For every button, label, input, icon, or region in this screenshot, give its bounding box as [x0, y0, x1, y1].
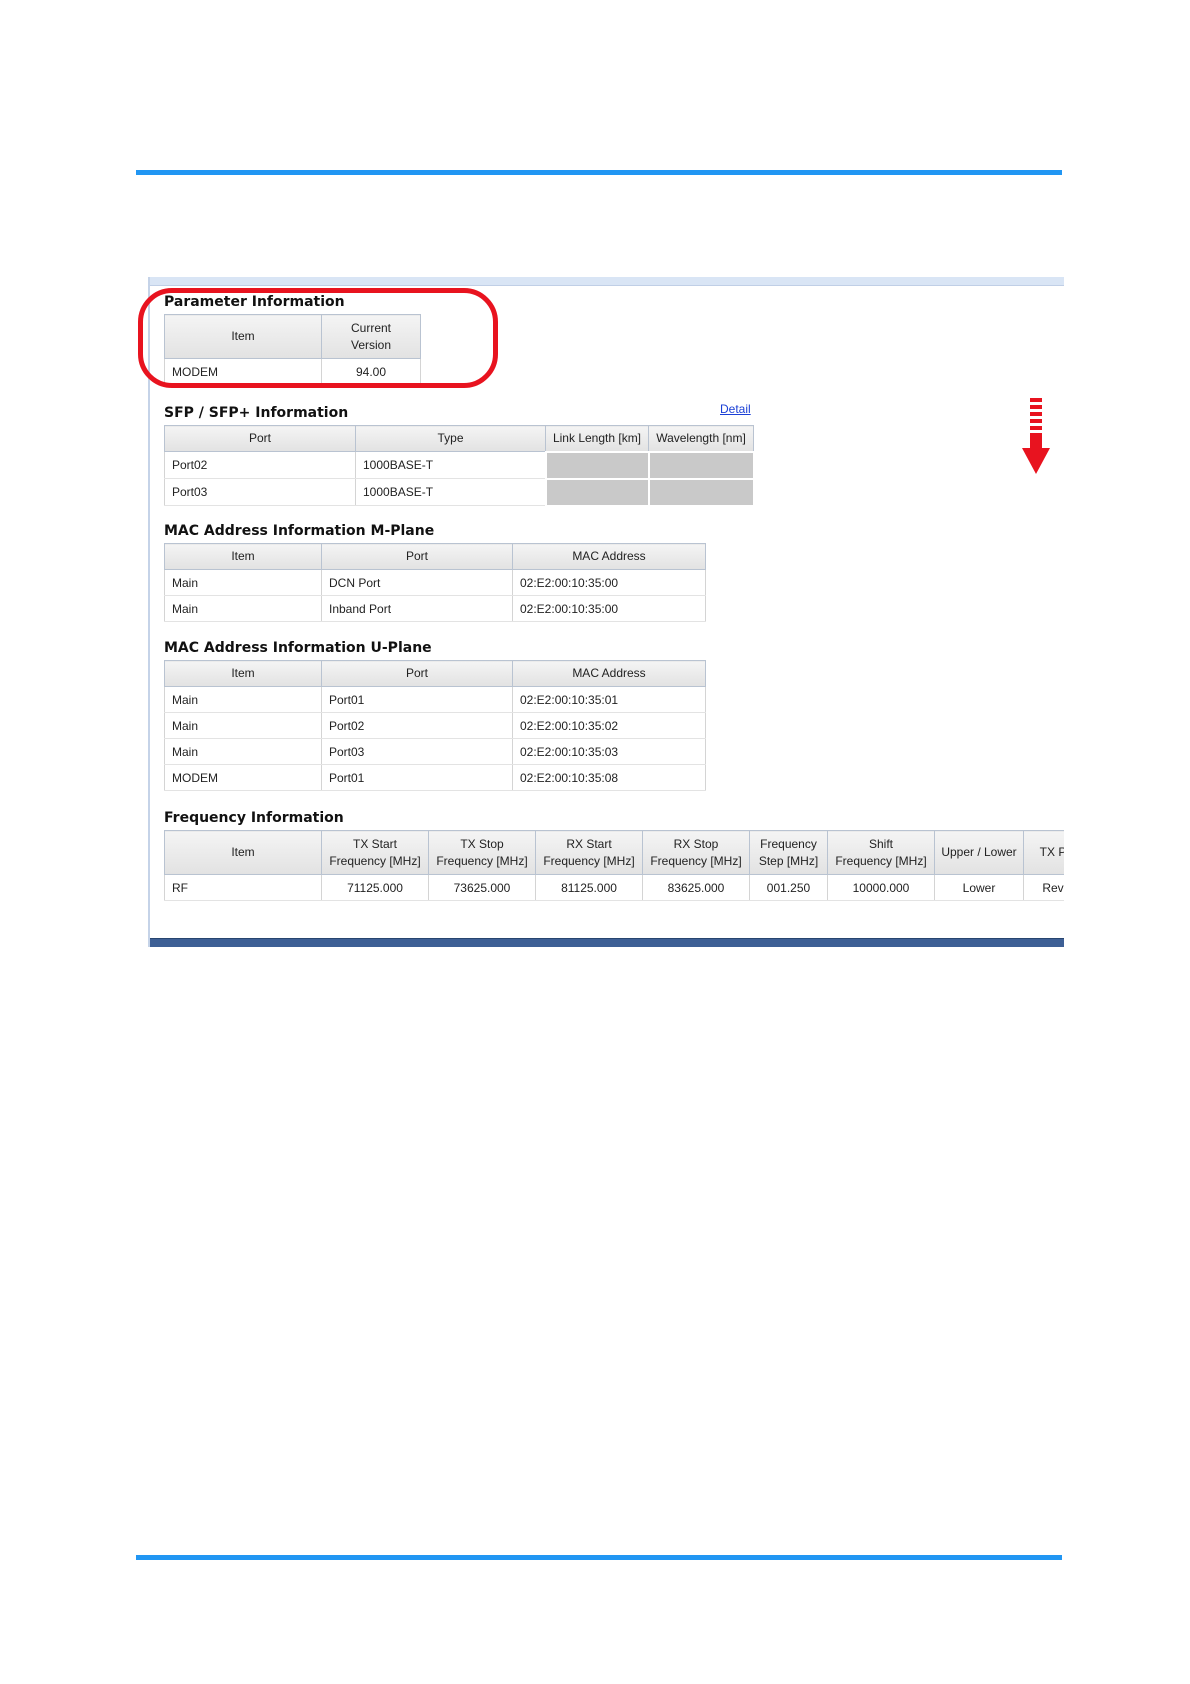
table-cell: 02:E2:00:10:35:00	[512, 569, 706, 596]
table-cell: Port01	[321, 686, 513, 713]
table-cell: 10000.000	[827, 874, 935, 901]
table-cell	[647, 450, 755, 480]
table-row: MODEM Port01 02:E2:00:10:35:08	[164, 764, 706, 791]
column-header: Type	[355, 425, 546, 452]
table-cell: MODEM	[164, 764, 322, 791]
mac-uplane-title: MAC Address Information U-Plane	[164, 640, 432, 656]
table-cell: Main	[164, 686, 322, 713]
table-cell: 02:E2:00:10:35:03	[512, 738, 706, 765]
column-header: Item	[164, 543, 322, 570]
table-cell	[647, 477, 755, 507]
column-header: Port	[321, 543, 513, 570]
table-cell: Port02	[164, 451, 356, 479]
column-header: RX Start Frequency [MHz]	[535, 830, 643, 875]
table-cell: DCN Port	[321, 569, 513, 596]
table-row: Port02 1000BASE-T	[164, 450, 755, 480]
table-cell: 1000BASE-T	[355, 478, 546, 506]
scroll-down-arrow-icon	[1022, 398, 1050, 474]
table-cell: RF	[164, 874, 322, 901]
table-row: MODEM 94.00	[164, 358, 421, 385]
table-cell: 94.00	[321, 358, 421, 385]
mac-uplane-table: Item Port MAC Address Main Port01 02:E2:00:1…	[164, 660, 706, 791]
table-cell: Rev	[1023, 874, 1064, 901]
mac-mplane-title: MAC Address Information M-Plane	[164, 523, 435, 539]
column-header: Shift Frequency [MHz]	[827, 830, 935, 875]
column-header: Frequency Step [MHz]	[749, 830, 828, 875]
column-header: TX Start Frequency [MHz]	[321, 830, 429, 875]
table-cell	[544, 477, 650, 507]
top-blue-rule	[136, 170, 1062, 175]
table-cell: 001.250	[749, 874, 828, 901]
column-header: Wavelength [nm]	[648, 425, 754, 452]
frequency-information-title: Frequency Information	[164, 810, 344, 826]
mac-mplane-table: Item Port MAC Address Main DCN Port 02:E2:00…	[164, 543, 706, 622]
column-header: Item	[164, 830, 322, 875]
detail-link[interactable]: Detail	[720, 402, 751, 416]
table-cell: Main	[164, 569, 322, 596]
table-cell: Port03	[321, 738, 513, 765]
table-cell: 02:E2:00:10:35:00	[512, 595, 706, 622]
sfp-information-title: SFP / SFP+ Information	[164, 405, 349, 421]
device-info-screenshot: Parameter Information Item Current Version…	[148, 277, 1064, 947]
table-cell: 81125.000	[535, 874, 643, 901]
column-header: Port	[321, 660, 513, 687]
column-header: Port	[164, 425, 356, 452]
table-cell: Port02	[321, 712, 513, 739]
column-header: Link Length [km]	[545, 425, 649, 452]
column-header: Current Version	[321, 314, 421, 359]
table-row: Main DCN Port 02:E2:00:10:35:00	[164, 569, 706, 596]
column-header: TX P	[1023, 830, 1064, 875]
column-header: Item	[164, 314, 322, 359]
column-header: MAC Address	[512, 543, 706, 570]
column-header: TX Stop Frequency [MHz]	[428, 830, 536, 875]
table-cell: MODEM	[164, 358, 322, 385]
table-cell: 02:E2:00:10:35:02	[512, 712, 706, 739]
column-header: Item	[164, 660, 322, 687]
frequency-information-table: Item TX Start Frequency [MHz] TX Stop Freque…	[164, 830, 1064, 901]
table-cell	[544, 450, 650, 480]
table-row: Main Port01 02:E2:00:10:35:01	[164, 686, 706, 713]
table-row: Port03 1000BASE-T	[164, 477, 755, 507]
sfp-information-table: Port Type Link Length [km] Wavelength [nm] …	[164, 425, 755, 507]
column-header: MAC Address	[512, 660, 706, 687]
table-row: Main Port02 02:E2:00:10:35:02	[164, 712, 706, 739]
table-cell: 71125.000	[321, 874, 429, 901]
column-header: RX Stop Frequency [MHz]	[642, 830, 750, 875]
table-cell: Port03	[164, 478, 356, 506]
column-header: Upper / Lower	[934, 830, 1024, 875]
table-cell: 83625.000	[642, 874, 750, 901]
table-cell: Lower	[934, 874, 1024, 901]
table-cell: Main	[164, 738, 322, 765]
window-bottom-bar	[150, 938, 1064, 947]
table-cell: 1000BASE-T	[355, 451, 546, 479]
table-cell: 02:E2:00:10:35:08	[512, 764, 706, 791]
table-cell: Main	[164, 712, 322, 739]
table-cell: 73625.000	[428, 874, 536, 901]
table-row: Main Port03 02:E2:00:10:35:03	[164, 738, 706, 765]
table-cell: 02:E2:00:10:35:01	[512, 686, 706, 713]
table-cell: Port01	[321, 764, 513, 791]
table-cell: Inband Port	[321, 595, 513, 622]
window-top-bar	[150, 277, 1064, 286]
table-row: Main Inband Port 02:E2:00:10:35:00	[164, 595, 706, 622]
parameter-information-title: Parameter Information	[164, 294, 345, 310]
table-cell: Main	[164, 595, 322, 622]
bottom-blue-rule	[136, 1555, 1062, 1560]
parameter-information-table: Item Current Version MODEM 94.00	[164, 314, 421, 385]
table-row: RF 71125.000 73625.000 81125.000 83625.000 00…	[164, 874, 1064, 901]
